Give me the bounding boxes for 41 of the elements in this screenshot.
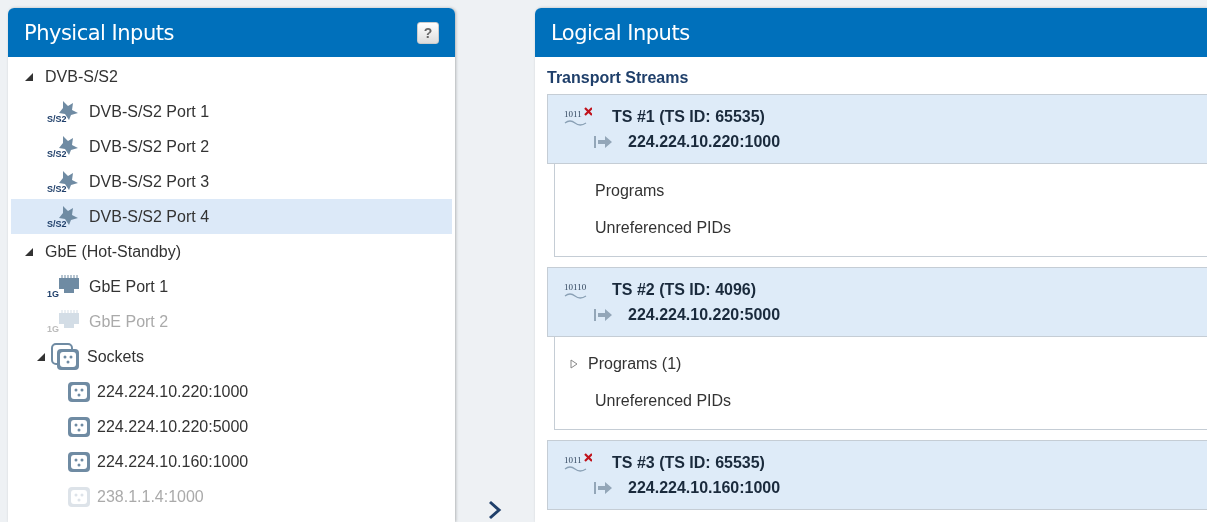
tree-item[interactable]: 224.224.10.160:1000 <box>11 444 452 479</box>
tree-item[interactable]: 1G GbE Port 1 <box>11 269 452 304</box>
stream-name: TS #1 (TS ID: 65535) <box>612 108 765 126</box>
socket-icon <box>67 415 91 438</box>
transport-stream-header[interactable]: 10110 TS #2 (TS ID: 4096) 224.224.10.220:5000 <box>547 267 1207 337</box>
socket-icon <box>67 485 91 508</box>
arrow-right-icon <box>594 135 614 149</box>
stream-name: TS #3 (TS ID: 65535) <box>612 454 765 472</box>
sockets-icon <box>51 342 81 371</box>
socket-icon <box>67 450 91 473</box>
stream-name: TS #2 (TS ID: 4096) <box>612 281 757 299</box>
panel-title: Logical Inputs <box>551 20 690 45</box>
tree-item[interactable]: S/S2 DVB-S/S2 Port 2 <box>11 129 452 164</box>
help-button[interactable]: ? <box>417 21 439 44</box>
tree-item[interactable]: 224.224.10.220:5000 <box>11 409 452 444</box>
expanded-triangle-icon[interactable] <box>25 72 33 81</box>
tree-item[interactable]: GbE (Hot-Standby) <box>11 234 452 269</box>
tree-item[interactable]: S/S2 DVB-S/S2 Port 4 <box>11 199 452 234</box>
transport-stream-header[interactable]: 1011 TS #1 (TS ID: 65535) 224.224.10.220:1000 <box>547 94 1207 164</box>
chevron-right-icon[interactable] <box>487 500 503 520</box>
tree-item[interactable]: Unreferenced PIDs <box>555 209 1207 246</box>
transport-stream-header[interactable]: 1011 TS #3 (TS ID: 65535) 224.224.10.160:1000 <box>547 440 1207 510</box>
stream-address: 224.224.10.160:1000 <box>628 479 781 497</box>
stream-address: 224.224.10.220:1000 <box>628 133 781 151</box>
arrow-right-icon <box>594 481 614 495</box>
tree-item[interactable]: Sockets <box>11 339 452 374</box>
tree-item[interactable]: S/S2 DVB-S/S2 Port 1 <box>11 94 452 129</box>
tree-item[interactable]: DVB-S/S2 <box>11 59 452 94</box>
stream-address: 224.224.10.220:5000 <box>628 306 781 324</box>
expanded-triangle-icon[interactable] <box>37 352 45 361</box>
panel-title: Physical Inputs <box>24 20 174 45</box>
collapsed-triangle-icon[interactable] <box>570 358 578 369</box>
arrow-right-icon <box>594 308 614 322</box>
socket-icon <box>67 380 91 403</box>
tree-item[interactable]: S/S2 DVB-S/S2 Port 3 <box>11 164 452 199</box>
tree-item[interactable]: Programs <box>555 172 1207 209</box>
tree-item[interactable]: 224.224.10.220:1000 <box>11 374 452 409</box>
tree-item[interactable]: Programs (1) <box>555 345 1207 382</box>
section-heading: Transport Streams <box>546 68 690 88</box>
expanded-triangle-icon[interactable] <box>25 247 33 256</box>
tree-item[interactable]: Unreferenced PIDs <box>555 382 1207 419</box>
